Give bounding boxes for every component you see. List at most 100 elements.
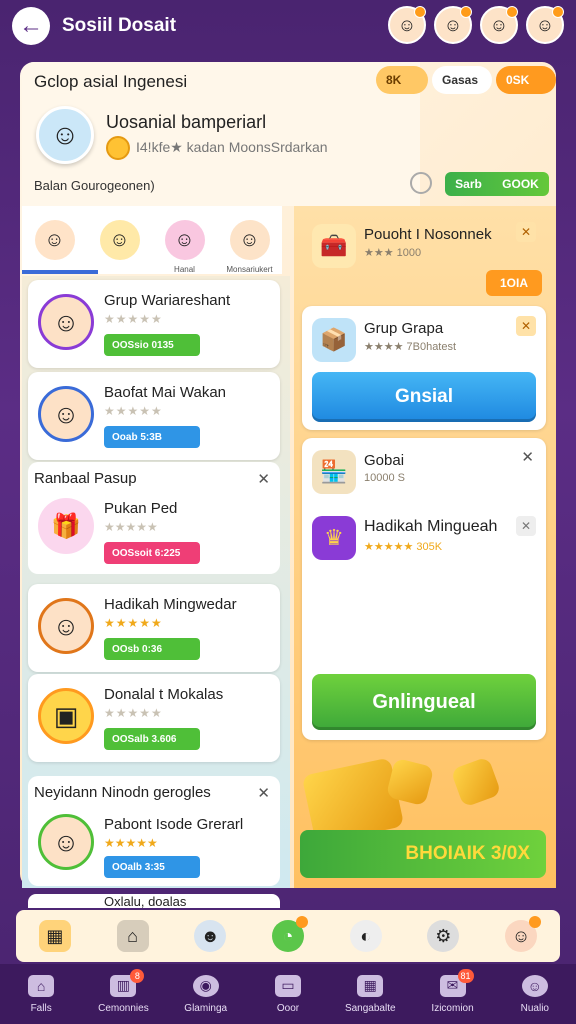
list-item[interactable]: ☺ Baofat Mai Wakan ★★★★★ Ooab 5:3B bbox=[28, 372, 280, 460]
toolbox-icon: 🧰 bbox=[312, 224, 356, 268]
badge-row: 8K Gasas 0SK bbox=[376, 66, 556, 94]
bottom-navigation: ⌂ Falls ▥ 8 Cemonnies ◉ Glaminga ▭ Ooor ▦… bbox=[0, 964, 576, 1024]
notification-badge: 81 bbox=[457, 968, 474, 983]
app-title: Sosiil Dosait bbox=[62, 15, 177, 36]
item-title: Pabont Isode Grerarl bbox=[104, 816, 244, 833]
tab-avatar[interactable]: ☺ bbox=[99, 220, 140, 260]
chat-icon[interactable]: ◔ bbox=[271, 916, 308, 952]
close-icon[interactable]: ✕ bbox=[521, 448, 534, 466]
item-cta-button[interactable]: OOSalb 3.606 bbox=[104, 728, 200, 750]
avatar: ☺ bbox=[38, 386, 94, 442]
top-avatar-row: ☺ ☺ ☺ ☺ bbox=[388, 6, 564, 44]
notification-dot bbox=[414, 6, 426, 18]
chat-icon[interactable] bbox=[410, 172, 432, 194]
person-icon[interactable]: ☺ bbox=[505, 916, 542, 952]
item-cta-button[interactable]: OOSsio 0135 bbox=[104, 334, 200, 356]
nav-item-door[interactable]: ▭ Ooor bbox=[252, 974, 324, 1014]
item-cta-button[interactable]: OOSsoit 6:225 bbox=[104, 542, 200, 564]
gear-icon[interactable]: ⚙ bbox=[427, 920, 460, 952]
avatar: ☺ bbox=[38, 294, 94, 350]
top-bar: ← Sosiil Dosait ☺ ☺ ☺ ☺ bbox=[0, 0, 576, 52]
section-title: Neyidann Ninodn gerogles bbox=[34, 784, 211, 801]
avatar[interactable]: ☺ bbox=[480, 6, 518, 44]
card-subtitle: ★★★ 1000 bbox=[364, 247, 422, 259]
list-item[interactable]: ☺ Grup Wariareshant ★★★★★ OOSsio 0135 bbox=[28, 280, 280, 368]
status-badge[interactable]: Sarb GOOK bbox=[445, 172, 549, 196]
close-icon[interactable]: ✕ bbox=[516, 316, 536, 336]
avatar[interactable]: ☺ bbox=[388, 6, 426, 44]
person-icon: ☺ bbox=[521, 974, 548, 997]
reward-card[interactable]: 🏪 Gobai 10000 S ✕ ♛ Hadikah Mingueah ★★★… bbox=[302, 438, 546, 740]
card-subtitle: ★★★★★ 305K bbox=[364, 541, 443, 553]
close-icon[interactable]: ✕ bbox=[516, 222, 536, 242]
close-icon[interactable]: ✕ bbox=[257, 470, 270, 488]
item-title: Baofat Mai Wakan bbox=[104, 384, 226, 401]
notification-dot bbox=[529, 916, 542, 928]
house-icon[interactable]: ⌂ bbox=[116, 920, 149, 952]
list-item[interactable]: ☺ Hadikah Mingwedar ★★★★★ OOsb 0:36 bbox=[28, 584, 280, 672]
tab-avatar[interactable]: ☺ bbox=[34, 220, 75, 260]
nav-item-community[interactable]: ▥ 8 Cemonnies bbox=[87, 968, 159, 1014]
grid-icon: ▦ bbox=[357, 974, 384, 997]
item-cta-button[interactable]: OOalb 3:35 bbox=[104, 856, 200, 878]
avatar: ☺ bbox=[38, 814, 94, 870]
avatar[interactable]: ☺ bbox=[434, 6, 472, 44]
nav-item-inbox[interactable]: ✉ 81 Izicomion bbox=[417, 968, 489, 1014]
tab-avatar[interactable]: ☺ Hanal bbox=[164, 220, 205, 274]
left-column: ☺ Grup Wariareshant ★★★★★ OOSsio 0135 ☺ … bbox=[22, 276, 290, 888]
tab-indicator bbox=[22, 270, 98, 274]
item-cta-button[interactable]: Ooab 5:3B bbox=[104, 426, 200, 448]
crown-icon: ♛ bbox=[312, 516, 356, 560]
badge-pill[interactable]: 0SK bbox=[496, 66, 556, 94]
back-arrow-icon[interactable]: ← bbox=[12, 7, 50, 45]
group-title: Gclop asial Ingenesi bbox=[34, 72, 188, 91]
nav-item-home[interactable]: ⌂ Falls bbox=[5, 974, 77, 1014]
tab-avatar[interactable]: ☺ Monsariukert bbox=[226, 220, 273, 274]
avatar[interactable]: ☺ bbox=[526, 6, 564, 44]
group-subtitle: I4!kfe★ kadan MoonsSrdarkan bbox=[136, 139, 328, 155]
card-title: Hadikah Mingueah bbox=[364, 518, 498, 535]
reward-card[interactable]: 🧰 Pouoht I Nosonnek ★★★ 1000 ✕ bbox=[302, 212, 546, 268]
card-title: Pouoht I Nosonnek bbox=[364, 226, 492, 243]
tab-strip: ☺ ☺ ☺ Hanal ☺ Monsariukert bbox=[22, 206, 282, 274]
package-icon: 📦 bbox=[312, 318, 356, 362]
list-item[interactable]: ▣ Donalal t Mokalas ★★★★★ OOSalb 3.606 bbox=[28, 674, 280, 762]
section-card: Neyidann Ninodn gerogles ✕ ☺ Pabont Isod… bbox=[28, 776, 280, 886]
nav-label: Sangabalte bbox=[344, 1002, 396, 1014]
nav-item-groups[interactable]: ▦ Sangabalte bbox=[334, 974, 406, 1014]
coin-icon bbox=[106, 136, 130, 160]
item-title: Pukan Ped bbox=[104, 500, 178, 517]
group-avatar[interactable]: ☺ bbox=[36, 106, 94, 164]
nav-label: Glaminga bbox=[184, 1002, 228, 1014]
badge-pill[interactable]: Gasas bbox=[432, 66, 492, 94]
primary-button[interactable]: Gnsial bbox=[312, 372, 536, 422]
close-icon[interactable]: ✕ bbox=[516, 516, 536, 536]
nav-item-profile[interactable]: ☺ Nualio bbox=[499, 974, 571, 1014]
primary-button[interactable]: Gnlingueal bbox=[312, 674, 536, 730]
badge-pill[interactable]: 8K bbox=[376, 66, 428, 94]
section-card: Ranbaal Pasup ✕ 🎁 Pukan Ped ★★★★★ OOSsoi… bbox=[28, 462, 280, 574]
nav-label: Nualio bbox=[520, 1002, 549, 1014]
nav-item-games[interactable]: ◉ Glaminga bbox=[170, 974, 242, 1014]
circle-icon[interactable]: ◐ bbox=[349, 920, 382, 952]
section-title: Oxlalu, doalas bbox=[28, 894, 280, 908]
notification-dot bbox=[552, 6, 564, 18]
promo-button[interactable]: BHOIAIK 3/0X bbox=[300, 830, 546, 878]
group-footer: Balan Gourogeonen) bbox=[34, 178, 155, 193]
nav-label: Falls bbox=[30, 1002, 52, 1014]
avatar: ☺ bbox=[38, 598, 94, 654]
nav-label: Cemonnies bbox=[98, 1002, 149, 1014]
group-name: Uosanial bamperiarl bbox=[106, 112, 267, 132]
orange-label[interactable]: 1OIA bbox=[486, 270, 542, 296]
face-icon[interactable]: ☻ bbox=[194, 920, 227, 952]
reward-card[interactable]: 📦 Grup Grapa ★★★★ 7B0hatest ✕ Gnsial bbox=[302, 306, 546, 430]
item-title: Donalal t Mokalas bbox=[104, 686, 224, 703]
card-title: Grup Grapa bbox=[364, 320, 444, 337]
box-icon[interactable]: ▦ bbox=[38, 920, 71, 952]
card-title: Gobai bbox=[364, 452, 405, 469]
rating-stars: ★★★★★ bbox=[104, 836, 158, 850]
notification-badge: 8 bbox=[130, 968, 145, 983]
close-icon[interactable]: ✕ bbox=[257, 784, 270, 802]
right-column: 🧰 Pouoht I Nosonnek ★★★ 1000 ✕ 📦 Grup Gr… bbox=[294, 206, 556, 888]
item-cta-button[interactable]: OOsb 0:36 bbox=[104, 638, 200, 660]
